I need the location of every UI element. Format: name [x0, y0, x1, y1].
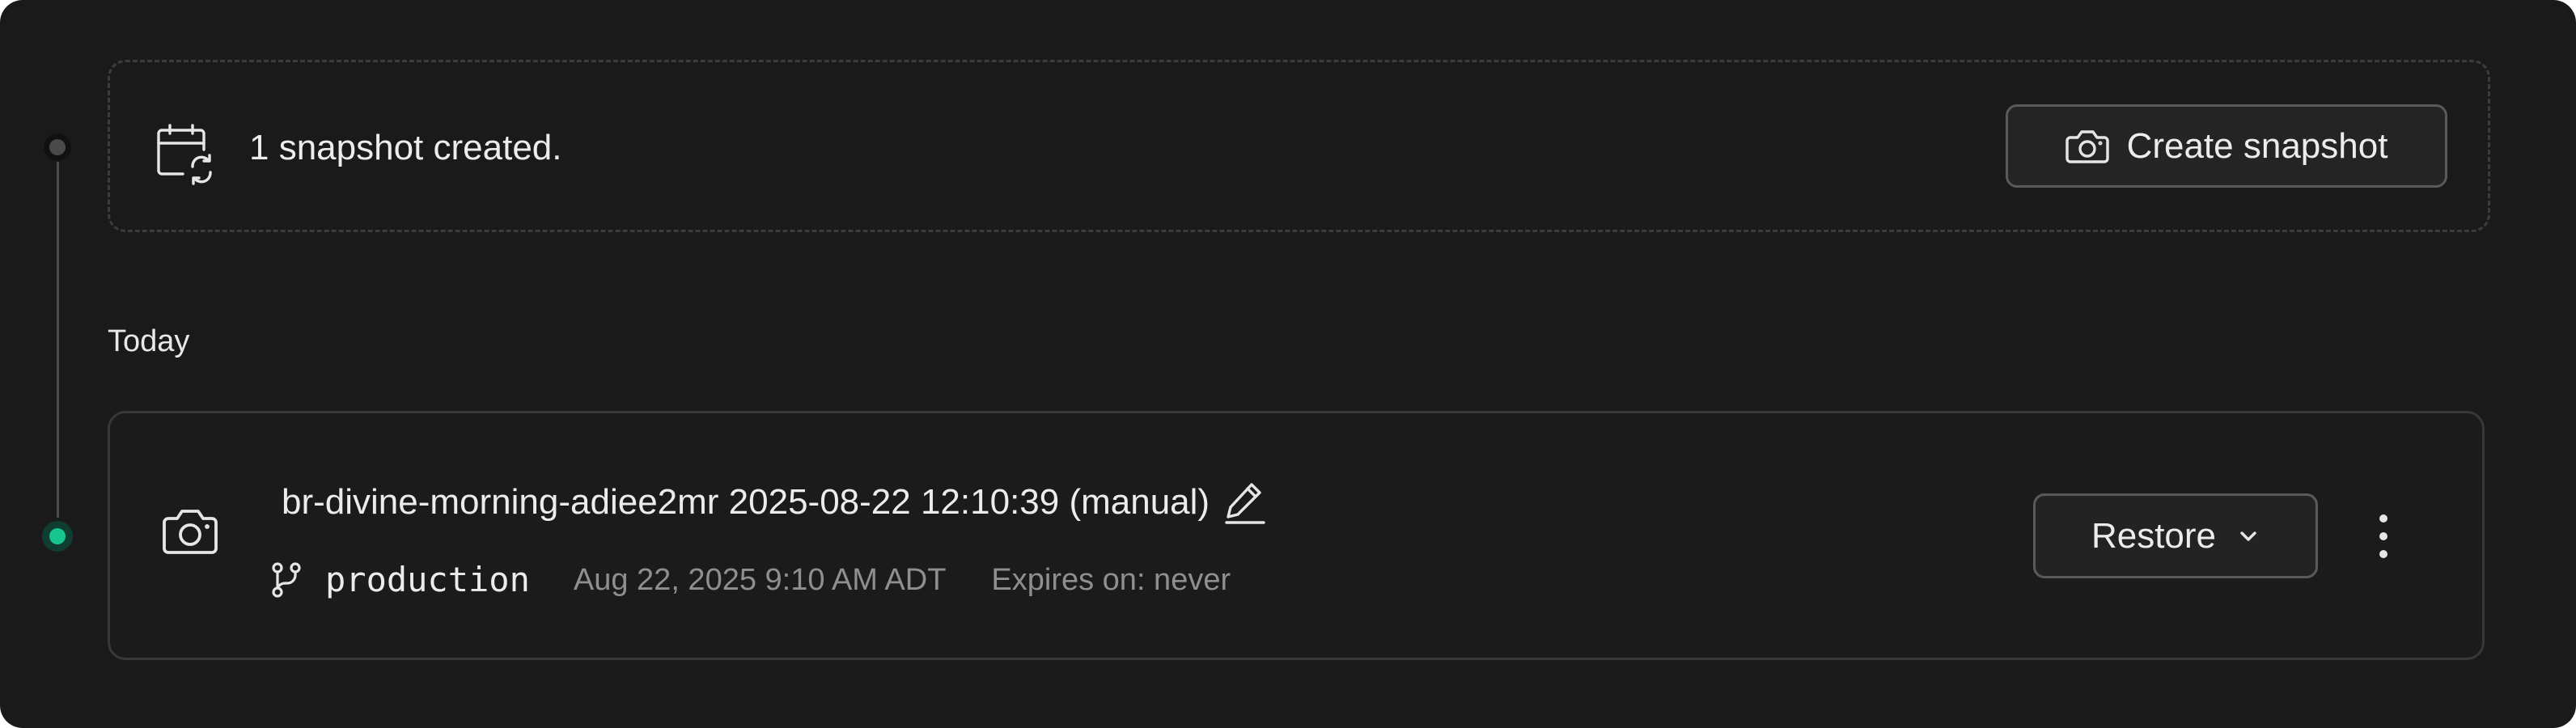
camera-icon [2065, 129, 2109, 163]
snapshot-meta-row: production Aug 22, 2025 9:10 AM ADT Expi… [270, 559, 1231, 601]
snapshot-card: br-divine-morning-adiee2mr 2025-08-22 12… [108, 411, 2485, 660]
chevron-down-icon [2240, 531, 2256, 541]
timeline-dot-active [42, 521, 73, 552]
git-branch-icon [272, 562, 301, 598]
create-snapshot-button[interactable]: Create snapshot [2006, 104, 2447, 188]
timeline-line [57, 162, 59, 518]
restore-button[interactable]: Restore [2033, 493, 2318, 578]
calendar-sync-icon [157, 124, 212, 185]
snapshot-expiry: Expires on: never [991, 563, 1231, 597]
snapshots-panel: 1 snapshot created. Create snapshot Toda… [0, 0, 2576, 728]
timeline-dot-inactive [44, 133, 71, 161]
create-snapshot-label: Create snapshot [2126, 125, 2388, 166]
branch-name: production [325, 560, 530, 599]
date-group-label: Today [108, 324, 190, 358]
more-options-button[interactable] [2361, 507, 2406, 565]
snapshot-title-row: br-divine-morning-adiee2mr 2025-08-22 12… [282, 480, 1266, 525]
pencil-icon[interactable] [1224, 480, 1266, 525]
snapshot-title: br-divine-morning-adiee2mr 2025-08-22 12… [282, 482, 1210, 522]
more-vertical-icon [2379, 514, 2387, 558]
snapshot-summary-card: 1 snapshot created. Create snapshot [108, 60, 2490, 232]
snapshot-summary-text: 1 snapshot created. [249, 128, 562, 167]
camera-icon [163, 510, 218, 554]
snapshot-date: Aug 22, 2025 9:10 AM ADT [573, 563, 947, 597]
restore-label: Restore [2091, 515, 2217, 556]
